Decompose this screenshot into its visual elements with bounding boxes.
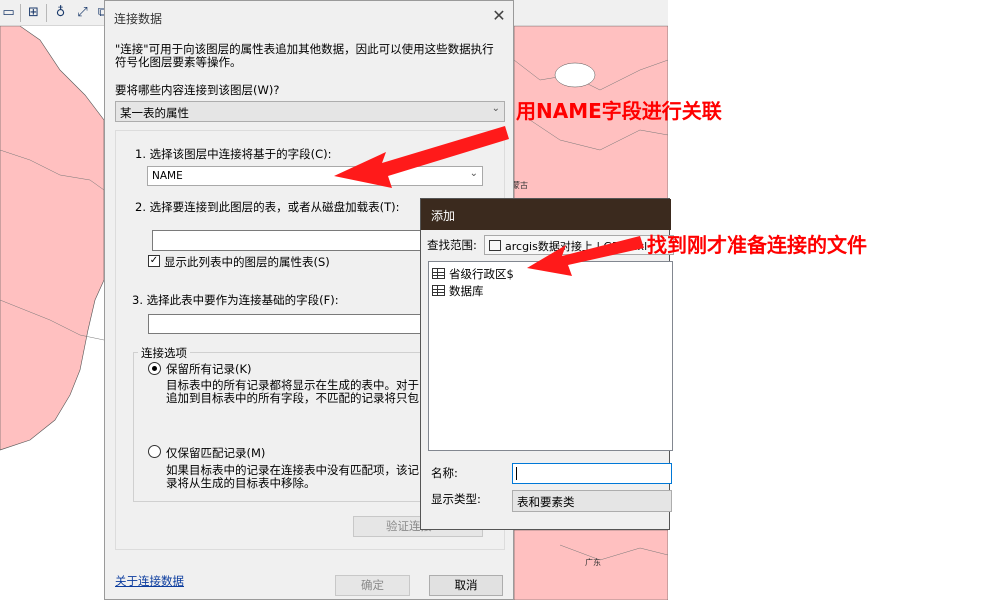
toolbar-separator xyxy=(46,4,47,22)
about-joining-link[interactable]: 关于连接数据 xyxy=(115,573,184,589)
keep-matching-description: 如果目标表中的记录在连接表中没有匹配项，该记录将从生成的目标表中移除。 xyxy=(166,464,419,490)
list-item-label: 数据库 xyxy=(449,284,484,298)
chevron-down-icon: ⌄ xyxy=(491,103,500,114)
join-field-value: NAME xyxy=(152,170,183,182)
empty-area xyxy=(668,0,993,600)
add-file-list[interactable]: 省级行政区$ 数据库 xyxy=(428,261,673,451)
measure-icon[interactable]: ⊞ xyxy=(25,4,42,21)
text-cursor xyxy=(516,467,517,480)
keep-all-label: 保留所有记录(K) xyxy=(166,362,252,376)
map-label-mongolia: 蒙古 xyxy=(512,180,528,190)
join-field-select[interactable]: NAME ⌄ xyxy=(147,166,483,186)
chevron-down-icon: ⌄ xyxy=(469,168,478,179)
look-in-value: arcgis数据对接上 | GDP1.xl xyxy=(489,238,647,254)
keep-all-radio[interactable] xyxy=(148,362,161,375)
name-label: 名称: xyxy=(431,466,458,480)
step2-label: 2. 选择要连接到此图层的表，或者从磁盘加载表(T): xyxy=(135,200,400,214)
cancel-button[interactable]: 取消 xyxy=(429,575,503,596)
map-region-west xyxy=(0,25,105,451)
look-in-label: 查找范围: xyxy=(427,238,477,252)
folder-connection-icon xyxy=(489,240,501,251)
look-in-select[interactable]: arcgis数据对接上 | GDP1.xl xyxy=(484,235,674,255)
show-type-select[interactable]: 表和要素类 xyxy=(512,490,672,512)
show-attr-tables-checkbox[interactable]: ✓ xyxy=(148,255,160,267)
show-type-value: 表和要素类 xyxy=(517,495,575,509)
keep-all-description: 目标表中的所有记录都将显示在生成的表中。对于追加到目标表中的所有字段，不匹配的记… xyxy=(166,379,419,405)
list-item[interactable]: 数据库 xyxy=(432,283,484,299)
what-to-join-value: 某一表的属性 xyxy=(120,106,189,120)
join-options-title: 连接选项 xyxy=(138,345,190,361)
add-dialog-titlebar: 添加 xyxy=(421,199,671,230)
catalog-icon[interactable]: ▭ xyxy=(0,4,17,21)
map-label-guangdong: 广东 xyxy=(585,557,601,567)
look-in-path: arcgis数据对接上 | GDP1.xl xyxy=(505,240,648,253)
close-icon[interactable]: ✕ xyxy=(489,6,509,26)
what-to-join-label: 要将哪些内容连接到该图层(W)? xyxy=(115,83,280,97)
step1-label: 1. 选择该图层中连接将基于的字段(C): xyxy=(135,147,332,161)
what-to-join-select[interactable]: 某一表的属性 ⌄ xyxy=(115,101,505,122)
annotation-find-file: 找到刚才准备连接的文件 xyxy=(647,233,867,257)
list-item[interactable]: 省级行政区$ xyxy=(432,266,514,282)
step3-label: 3. 选择此表中要作为连接基础的字段(F): xyxy=(132,293,339,307)
annotation-join-by-name: 用NAME字段进行关联 xyxy=(516,99,722,123)
show-attr-tables-label: 显示此列表中的图层的属性表(S) xyxy=(164,255,330,269)
add-dialog: 添加 查找范围: arcgis数据对接上 | GDP1.xl 省级行政区$ 数据… xyxy=(420,198,674,530)
join-base-field-select[interactable] xyxy=(148,314,438,334)
keep-matching-label: 仅保留匹配记录(M) xyxy=(166,446,266,460)
dialog-description: "连接"可用于向该图层的属性表追加其他数据，因此可以使用这些数据执行符号化图层要… xyxy=(115,42,494,69)
toolbar-separator xyxy=(20,4,21,22)
keep-matching-radio[interactable] xyxy=(148,445,161,458)
table-icon xyxy=(432,285,445,296)
join-table-select[interactable] xyxy=(152,230,432,251)
find-binoculars-icon[interactable]: ♁ xyxy=(52,4,69,21)
name-input[interactable] xyxy=(512,463,672,484)
table-icon xyxy=(432,268,445,279)
list-item-label: 省级行政区$ xyxy=(449,267,514,281)
show-type-label: 显示类型: xyxy=(431,492,481,506)
add-dialog-title: 添加 xyxy=(431,209,456,223)
dialog-title: 连接数据 xyxy=(114,12,163,26)
goto-xy-icon[interactable]: ⤢ xyxy=(74,4,91,21)
ok-button[interactable]: 确定 xyxy=(335,575,410,596)
